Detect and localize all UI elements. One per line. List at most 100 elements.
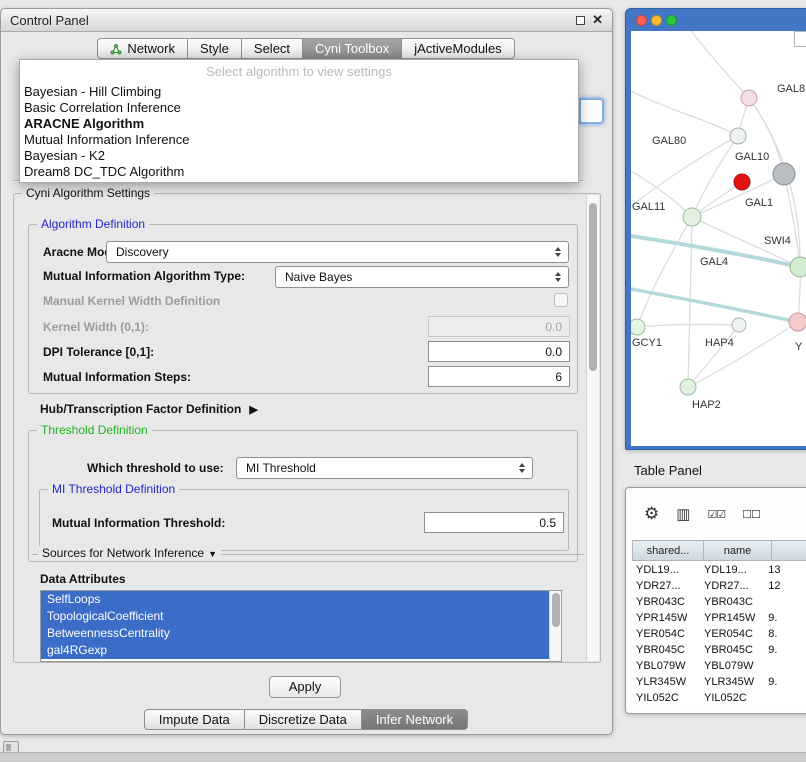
network-edge[interactable] <box>691 31 749 98</box>
scrollbar-thumb[interactable] <box>552 593 560 627</box>
column-header-shared[interactable]: shared... <box>632 540 704 561</box>
tab-discretize-data[interactable]: Discretize Data <box>244 709 362 730</box>
attribute-item-gal4rgexp[interactable]: gal4RGexp <box>41 642 549 659</box>
table-row[interactable]: YER054CYER054C8. <box>632 626 806 642</box>
stepper-icon <box>550 247 565 257</box>
network-view-window: GAL8GAL80GAL10GAL11GAL1SWI4GAL4GCY1HAP4Y… <box>625 8 806 450</box>
table-panel-window: ⚙▥☑☑☐☐ shared...name YDL19...YDL19...13Y… <box>625 487 806 714</box>
tab-label: jActiveModules <box>414 41 501 56</box>
network-edge[interactable] <box>688 325 739 387</box>
tab-jactivemodules[interactable]: jActiveModules <box>401 38 514 59</box>
settings-scrollbar[interactable] <box>586 195 599 661</box>
network-edge[interactable] <box>692 136 738 217</box>
network-node[interactable] <box>789 313 806 331</box>
hub-definition-toggle[interactable]: Hub/Transcription Factor Definition▶ <box>40 402 258 416</box>
network-edge[interactable] <box>637 217 692 327</box>
tab-impute-data[interactable]: Impute Data <box>144 709 245 730</box>
algorithm-combobox-fragment[interactable] <box>579 98 604 124</box>
table-row[interactable]: YBR043CYBR043C <box>632 594 806 610</box>
dpi-tolerance-field[interactable]: 0.0 <box>428 341 570 362</box>
table-row[interactable]: YIL052CYIL052C <box>632 690 806 706</box>
table-cell: YDL19... <box>632 562 700 578</box>
network-node[interactable] <box>631 319 645 335</box>
aracne-mode-select[interactable]: Discovery <box>106 241 569 263</box>
which-threshold-select[interactable]: MI Threshold <box>236 457 533 479</box>
mi-threshold-field[interactable]: 0.5 <box>424 512 564 533</box>
mi-type-select[interactable]: Naive Bayes <box>275 266 569 288</box>
attributes-scrollbar[interactable] <box>549 591 561 661</box>
algorithm-option-bayesian-hill-climbing[interactable]: Bayesian - Hill Climbing <box>20 84 578 100</box>
table-cell: YIL052C <box>632 690 700 706</box>
control-panel-window: Control Panel ✕ Network Style SelectCyni T… <box>0 8 613 735</box>
network-corner-widget[interactable] <box>794 31 806 47</box>
tab-select[interactable]: Select <box>241 38 303 59</box>
tab-cyni-toolbox[interactable]: Cyni Toolbox <box>302 38 402 59</box>
column-browser-icon[interactable]: ▥ <box>676 505 690 523</box>
network-canvas-area[interactable]: GAL8GAL80GAL10GAL11GAL1SWI4GAL4GCY1HAP4Y… <box>631 31 806 446</box>
data-attributes-list[interactable]: SelfLoopsTopologicalCoefficientBetweenne… <box>40 590 562 662</box>
table-cell: YLR345W <box>700 674 764 690</box>
table-cell: YPR145W <box>632 610 700 626</box>
network-edge[interactable] <box>631 289 798 322</box>
network-node[interactable] <box>683 208 701 226</box>
sources-title[interactable]: Sources for Network Inference▼ <box>38 546 221 560</box>
table-row[interactable]: YBL079WYBL079W <box>632 658 806 674</box>
table-row[interactable]: YDL19...YDL19...13 <box>632 562 806 578</box>
float-window-icon[interactable] <box>576 16 585 25</box>
deselect-all-icon[interactable]: ☐☐ <box>742 508 760 521</box>
tab-network[interactable]: Network <box>97 38 188 59</box>
close-icon[interactable]: ✕ <box>592 12 603 28</box>
algorithm-option-dream8-dc-tdc-algorithm[interactable]: Dream8 DC_TDC Algorithm <box>20 164 578 180</box>
select-all-icon[interactable]: ☑☑ <box>707 508 725 521</box>
network-node[interactable] <box>680 379 696 395</box>
column-header-name[interactable]: name <box>704 540 772 561</box>
algorithm-option-basic-correlation-inference[interactable]: Basic Correlation Inference <box>20 100 578 116</box>
network-node[interactable] <box>773 163 795 185</box>
tab-infer-network[interactable]: Infer Network <box>361 709 468 730</box>
table-cell <box>764 594 806 610</box>
algorithm-definition-group: Algorithm Definition Aracne Mode: Discov… <box>28 224 578 394</box>
combo-value: Discovery <box>107 245 550 259</box>
network-icon <box>110 43 122 55</box>
table-toolbar: ⚙ ▥ ☑☑ ☐☐ <box>644 504 760 524</box>
network-edge[interactable] <box>637 324 739 327</box>
tab-bar: Network Style SelectCyni Toolbox jActiveMod… <box>1 38 612 59</box>
apply-button[interactable]: Apply <box>269 676 341 698</box>
algorithm-option-bayesian-k2[interactable]: Bayesian - K2 <box>20 148 578 164</box>
network-node[interactable] <box>790 257 806 277</box>
network-node[interactable] <box>741 90 757 106</box>
mi-threshold-label: Mutual Information Threshold: <box>52 516 225 530</box>
bottom-strip <box>0 752 806 762</box>
network-edge[interactable] <box>688 322 798 387</box>
attribute-item-topologicalcoefficient[interactable]: TopologicalCoefficient <box>41 608 549 625</box>
mi-steps-field[interactable]: 6 <box>428 366 570 387</box>
node-label-hap4: HAP4 <box>705 337 734 349</box>
network-edge[interactable] <box>631 91 738 136</box>
group-title: Cyni Algorithm Settings <box>22 186 154 200</box>
window-title: Control Panel <box>10 13 89 28</box>
network-node[interactable] <box>730 128 746 144</box>
tab-label: Style <box>200 41 229 56</box>
settings-gear-icon[interactable]: ⚙ <box>644 504 659 524</box>
tab-style[interactable]: Style <box>187 38 242 59</box>
dropdown-placeholder: Select algorithm to view settings <box>20 60 578 84</box>
minimize-traffic-light[interactable] <box>651 15 662 26</box>
table-row[interactable]: YDR27...YDR27...12 <box>632 578 806 594</box>
kernel-width-label: Kernel Width (0,1): <box>43 320 149 334</box>
manual-kernel-checkbox[interactable] <box>554 293 568 307</box>
close-traffic-light[interactable] <box>636 15 647 26</box>
column-header-col2[interactable] <box>772 540 806 561</box>
algorithm-option-mutual-information-inference[interactable]: Mutual Information Inference <box>20 132 578 148</box>
table-row[interactable]: YPR145WYPR145W9. <box>632 610 806 626</box>
attribute-item-betweennesscentrality[interactable]: BetweennessCentrality <box>41 625 549 642</box>
table-row[interactable]: YBR045CYBR045C9. <box>632 642 806 658</box>
control-panel-titlebar[interactable]: Control Panel ✕ <box>1 9 612 32</box>
algorithm-option-aracne-algorithm[interactable]: ARACNE Algorithm <box>20 116 578 132</box>
attribute-item-selfloops[interactable]: SelfLoops <box>41 591 549 608</box>
network-node[interactable] <box>732 318 746 332</box>
scrollbar-thumb[interactable] <box>589 203 597 371</box>
table-cell: YDR27... <box>700 578 764 594</box>
table-row[interactable]: YLR345WYLR345W9. <box>632 674 806 690</box>
zoom-traffic-light[interactable] <box>666 15 677 26</box>
network-node[interactable] <box>734 174 750 190</box>
